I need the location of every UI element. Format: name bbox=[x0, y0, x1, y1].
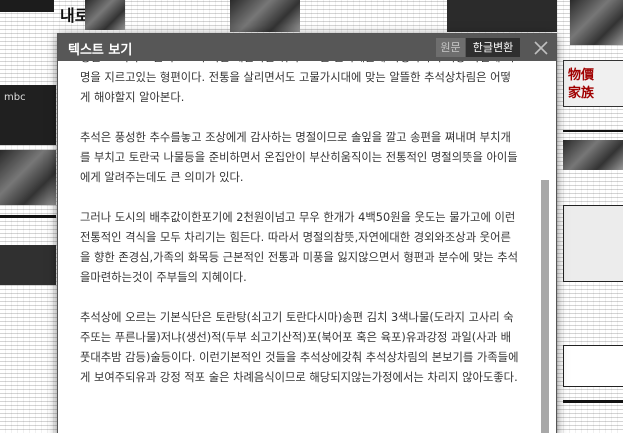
dialog-body[interactable]: 명절. 그러나 고물적으로 주석밑 제밀미면 뛰어오르는 물가때문에 가정마다 … bbox=[58, 61, 556, 433]
bg-headline-right-2: 家族 bbox=[568, 86, 595, 101]
close-button[interactable] bbox=[531, 38, 551, 58]
bg-dark-band bbox=[0, 0, 54, 12]
dialog-title: 텍스트 보기 bbox=[68, 43, 133, 58]
bg-photo-top bbox=[85, 0, 125, 30]
article-paragraph: 추석상에 오르는 기본식단은 토란탕(쇠고기 토란다시마)송편 김치 3색나물(… bbox=[80, 311, 519, 384]
bg-boxed-right-2 bbox=[563, 205, 623, 282]
bg-boxed-right-3 bbox=[563, 345, 623, 387]
article-paragraph: 그러나 도시의 배추값이한포기에 2천원이넘고 무우 한개가 4백50원을 웃도… bbox=[80, 211, 519, 284]
article-paragraph: 추석은 풍성한 추수를놓고 조상에게 감사하는 명절이므로 솔잎을 깔고 송편을… bbox=[80, 131, 518, 184]
original-text-button[interactable]: 원문 bbox=[436, 38, 465, 57]
bg-logo-text: mbc bbox=[4, 92, 26, 103]
bg-headline-right: 物價 bbox=[568, 68, 595, 83]
scrollbar-thumb[interactable] bbox=[541, 180, 549, 433]
close-icon bbox=[534, 41, 548, 55]
bg-photo-top-center bbox=[230, 0, 300, 32]
bg-rule-right bbox=[563, 130, 623, 132]
bg-photo-right bbox=[563, 140, 623, 170]
bg-rule-left bbox=[0, 215, 56, 218]
dialog-header: 텍스트 보기 원문 한글변환 bbox=[58, 34, 556, 61]
article-paragraph: 명절. 그러나 고물적으로 주석밑 제밀미면 뛰어오르는 물가때문에 가정마다 … bbox=[80, 61, 514, 104]
bg-dark-block-left-2 bbox=[0, 245, 56, 285]
article-text: 명절. 그러나 고물적으로 주석밑 제밀미면 뛰어오르는 물가때문에 가정마다 … bbox=[80, 61, 520, 408]
bg-rule-right-2 bbox=[563, 400, 623, 403]
bg-dark-block-top-right bbox=[447, 0, 557, 32]
hangul-convert-button[interactable]: 한글변환 bbox=[466, 38, 520, 57]
bg-photo-left bbox=[0, 150, 56, 205]
bg-photo-top-right bbox=[570, 0, 623, 45]
text-view-dialog: 텍스트 보기 원문 한글변환 명절. 그러나 고물적으로 주석밑 제밀미면 뛰어… bbox=[58, 34, 556, 433]
